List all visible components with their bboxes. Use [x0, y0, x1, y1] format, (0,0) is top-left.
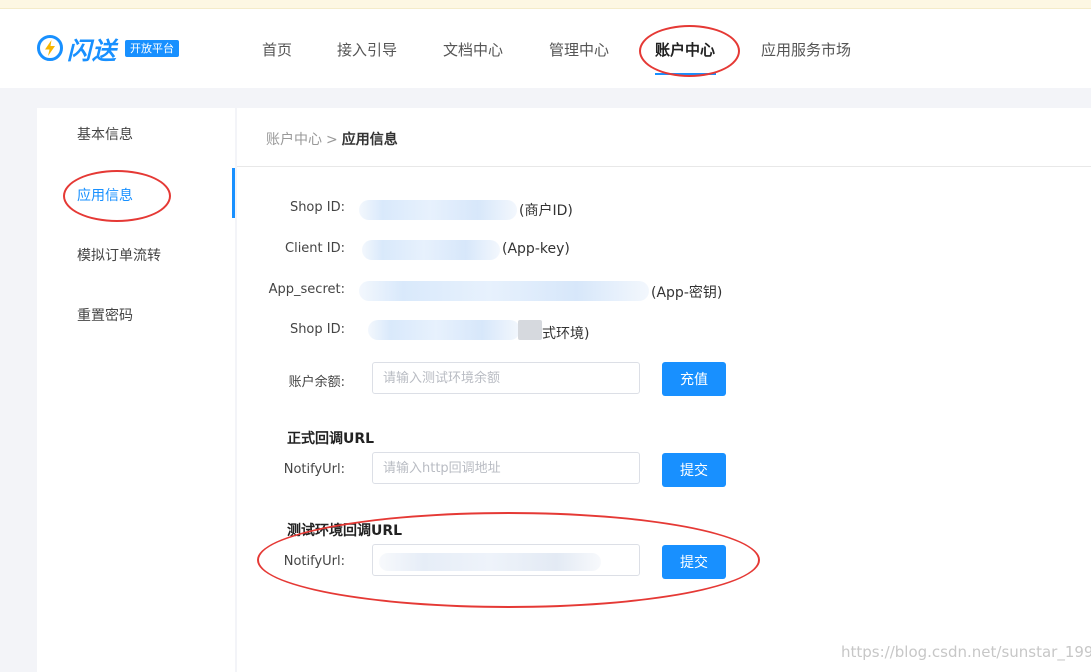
test-notify-url-input[interactable] [372, 544, 640, 576]
breadcrumb: 账户中心>应用信息 [266, 129, 398, 149]
prod-notify-url-input[interactable] [372, 452, 640, 484]
test-shop-id-value-redacted [368, 320, 520, 340]
shop-id-value-redacted [359, 200, 517, 220]
balance-input[interactable] [372, 362, 640, 394]
header-divider [237, 166, 1091, 167]
main-nav: 首页 接入引导 文档中心 管理中心 账户中心 应用服务市场 [0, 9, 1091, 88]
sidebar-item-reset-password[interactable]: 重置密码 [77, 305, 133, 325]
test-notify-url-label: NotifyUrl: [284, 554, 345, 569]
client-id-value-redacted [362, 240, 500, 260]
breadcrumb-parent[interactable]: 账户中心 [266, 132, 322, 148]
top-notice-strip [0, 0, 1091, 9]
app-secret-value-redacted [359, 281, 649, 301]
breadcrumb-current: 应用信息 [342, 132, 398, 148]
nav-account-center[interactable]: 账户中心 [655, 39, 715, 60]
client-id-label: Client ID: [285, 241, 345, 256]
test-callback-title: 测试环境回调URL [287, 520, 402, 540]
recharge-button[interactable]: 充值 [662, 362, 726, 396]
nav-management[interactable]: 管理中心 [549, 39, 609, 60]
shop-id-suffix: (商户ID) [519, 200, 573, 220]
prod-notify-url-label: NotifyUrl: [284, 462, 345, 477]
main-content: 账户中心>应用信息 Shop ID: (商户ID) Client ID: (Ap… [237, 108, 1091, 672]
breadcrumb-separator: > [326, 132, 338, 148]
sidebar-item-app-info[interactable]: 应用信息 [77, 185, 133, 205]
nav-app-market[interactable]: 应用服务市场 [761, 39, 851, 60]
test-shop-id-label: Shop ID: [290, 322, 345, 337]
test-shop-id-redacted-block [518, 320, 542, 340]
app-secret-suffix: (App-密钥) [651, 282, 722, 302]
test-notify-url-value-redacted [379, 553, 601, 571]
test-shop-id-suffix: 式环境) [542, 323, 589, 343]
watermark: https://blog.csdn.net/sunstar_1995 [841, 643, 1091, 661]
client-id-suffix: (App-key) [502, 241, 570, 257]
balance-label: 账户余额: [289, 371, 345, 390]
nav-active-underline [655, 73, 716, 75]
prod-submit-button[interactable]: 提交 [662, 453, 726, 487]
shop-id-label: Shop ID: [290, 200, 345, 215]
nav-integration-guide[interactable]: 接入引导 [337, 39, 397, 60]
nav-home[interactable]: 首页 [262, 39, 292, 60]
top-header: 闪送 开放平台 首页 接入引导 文档中心 管理中心 账户中心 应用服务市场 [0, 9, 1091, 88]
sidebar-active-indicator [232, 168, 235, 218]
sidebar-item-basic-info[interactable]: 基本信息 [77, 124, 133, 144]
prod-callback-title: 正式回调URL [287, 428, 374, 448]
sidebar: 基本信息 应用信息 模拟订单流转 重置密码 [37, 108, 235, 672]
app-secret-label: App_secret: [269, 282, 345, 297]
nav-docs[interactable]: 文档中心 [443, 39, 503, 60]
sidebar-item-simulate-orders[interactable]: 模拟订单流转 [77, 245, 161, 265]
test-submit-button[interactable]: 提交 [662, 545, 726, 579]
